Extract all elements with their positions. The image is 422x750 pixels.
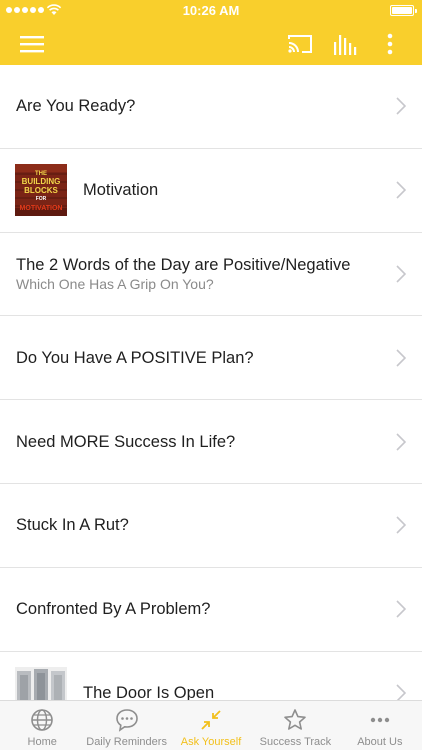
tab-label: About Us bbox=[357, 736, 403, 748]
globe-icon bbox=[31, 709, 54, 731]
chevron-right-icon bbox=[396, 181, 406, 199]
chevron-right-icon bbox=[396, 684, 406, 700]
menu-icon[interactable] bbox=[18, 30, 46, 58]
tab-label: Daily Reminders bbox=[86, 736, 167, 748]
list-item-title: Stuck In A Rut? bbox=[16, 516, 129, 535]
cast-icon[interactable] bbox=[286, 30, 314, 58]
equalizer-icon[interactable] bbox=[331, 30, 359, 58]
chevron-right-icon bbox=[396, 265, 406, 283]
tab-label: Success Track bbox=[259, 736, 332, 748]
the-building-blocks-for-motivation-thumbnail: THE BUILDING BLOCKS FOR MOTIVATION bbox=[15, 164, 67, 217]
tab-about-us[interactable]: About Us bbox=[338, 701, 422, 750]
list-item[interactable]: Do You Have A POSITIVE Plan? bbox=[0, 316, 422, 401]
chevron-right-icon bbox=[396, 433, 406, 451]
list-item[interactable]: Are You Ready? bbox=[0, 65, 422, 149]
status-bar: 10:26 AM bbox=[0, 0, 422, 22]
thumbnail-text: MOTIVATION bbox=[20, 205, 63, 212]
topic-list: Are You Ready? THE BUILDING BLOCKS FOR M… bbox=[0, 65, 422, 700]
doors-thumbnail bbox=[15, 666, 67, 700]
thumbnail-text: BUILDING bbox=[22, 177, 61, 186]
list-item-title: Need MORE Success In Life? bbox=[16, 432, 236, 451]
ellipsis-icon bbox=[370, 717, 390, 723]
list-item-title: Are You Ready? bbox=[16, 97, 136, 116]
list-item-title: The 2 Words of the Day are Positive/Nega… bbox=[16, 255, 351, 274]
chevron-right-icon bbox=[396, 97, 406, 115]
thumbnail-text: BLOCKS bbox=[24, 186, 58, 195]
list-item-title: Confronted By A Problem? bbox=[16, 600, 211, 619]
collapse-arrows-icon bbox=[201, 710, 221, 730]
list-item[interactable]: Need MORE Success In Life? bbox=[0, 400, 422, 484]
list-item-title: Motivation bbox=[83, 181, 159, 200]
battery-icon bbox=[390, 5, 417, 16]
tab-ask-yourself[interactable]: Ask Yourself bbox=[169, 701, 253, 750]
chevron-right-icon bbox=[396, 600, 406, 618]
list-item[interactable]: The 2 Words of the Day are Positive/Nega… bbox=[0, 233, 422, 317]
chevron-right-icon bbox=[396, 349, 406, 367]
list-item[interactable]: THE BUILDING BLOCKS FOR MOTIVATION Motiv… bbox=[0, 149, 422, 233]
tab-home[interactable]: Home bbox=[0, 701, 84, 750]
thumbnail-text: FOR bbox=[36, 196, 47, 202]
list-item[interactable]: The Door Is Open bbox=[0, 652, 422, 700]
tab-label: Ask Yourself bbox=[180, 736, 242, 748]
list-item[interactable]: Stuck In A Rut? bbox=[0, 484, 422, 568]
more-vertical-icon[interactable] bbox=[376, 30, 404, 58]
status-time: 10:26 AM bbox=[182, 3, 240, 18]
list-item-subtitle: Which One Has A Grip On You? bbox=[16, 275, 214, 292]
tab-success-track[interactable]: Success Track bbox=[253, 701, 337, 750]
top-navigation-bar bbox=[0, 22, 422, 65]
bottom-tab-bar: Home Daily Reminders Ask Yourself Succes… bbox=[0, 700, 422, 750]
tab-daily-reminders[interactable]: Daily Reminders bbox=[84, 701, 168, 750]
star-icon bbox=[284, 709, 307, 730]
list-item-title: The Door Is Open bbox=[83, 683, 215, 700]
tab-label: Home bbox=[27, 736, 57, 748]
chat-bubble-icon bbox=[115, 709, 138, 732]
list-item-title: Do You Have A POSITIVE Plan? bbox=[16, 348, 254, 367]
chevron-right-icon bbox=[396, 516, 406, 534]
list-item[interactable]: Confronted By A Problem? bbox=[0, 568, 422, 652]
